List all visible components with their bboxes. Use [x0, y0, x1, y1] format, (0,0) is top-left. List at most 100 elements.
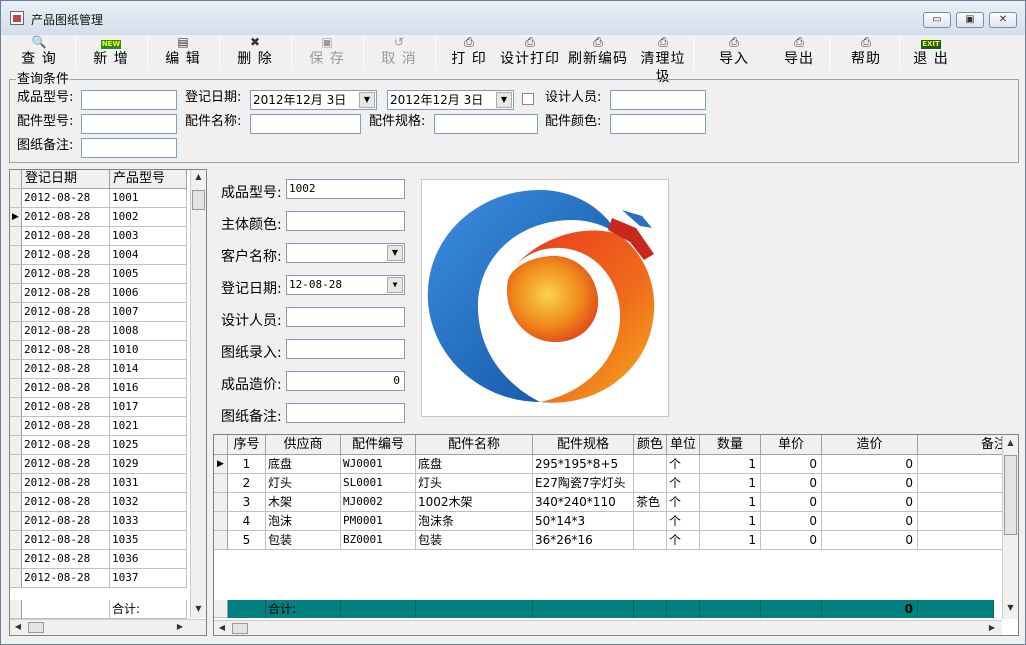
- table-row-product-model[interactable]: 1001: [110, 189, 187, 208]
- table-row-reg-date[interactable]: 2012-08-28: [22, 512, 110, 531]
- table-cell-color[interactable]: 茶色: [634, 493, 667, 512]
- scroll-up-icon[interactable]: ▲: [1003, 438, 1018, 447]
- scroll-right-icon[interactable]: ▶: [986, 623, 998, 632]
- column-header-product-model[interactable]: 产品型号: [110, 170, 187, 189]
- table-row-reg-date[interactable]: 2012-08-28: [22, 208, 110, 227]
- toolbar-button-help[interactable]: ⎙ 帮助: [838, 35, 894, 71]
- table-row-product-model[interactable]: 1003: [110, 227, 187, 246]
- row-indicator[interactable]: [214, 474, 228, 493]
- row-indicator[interactable]: ▶: [214, 455, 228, 474]
- row-indicator[interactable]: [10, 455, 22, 474]
- table-row-reg-date[interactable]: 2012-08-28: [22, 474, 110, 493]
- scroll-thumb[interactable]: [232, 623, 248, 634]
- left-grid-horizontal-scrollbar[interactable]: ◀ ▶: [10, 619, 206, 635]
- detail-reg-date-picker[interactable]: 12-08-28 ▼: [286, 275, 405, 295]
- table-row-reg-date[interactable]: 2012-08-28: [22, 379, 110, 398]
- query-part-name-input[interactable]: [250, 114, 361, 134]
- table-cell-cost[interactable]: 0: [822, 455, 918, 474]
- row-indicator[interactable]: [10, 398, 22, 417]
- scroll-thumb[interactable]: [1004, 455, 1017, 535]
- table-cell-qty[interactable]: 1: [700, 531, 761, 550]
- table-cell-unit[interactable]: 个: [667, 455, 700, 474]
- table-cell-seq[interactable]: 5: [228, 531, 266, 550]
- table-cell-unit[interactable]: 个: [667, 474, 700, 493]
- detail-note-input[interactable]: [286, 403, 405, 423]
- detail-customer-select[interactable]: ▼: [286, 243, 405, 263]
- detail-main-color-input[interactable]: [286, 211, 405, 231]
- detail-drawing-entry-input[interactable]: [286, 339, 405, 359]
- toolbar-button-printer[interactable]: ⎙ 打 印: [443, 35, 495, 71]
- table-cell-cost[interactable]: 0: [822, 512, 918, 531]
- toolbar-button-new[interactable]: NEW 新 增: [83, 35, 139, 71]
- row-indicator[interactable]: [10, 493, 22, 512]
- table-row-product-model[interactable]: 1010: [110, 341, 187, 360]
- scroll-thumb[interactable]: [192, 190, 205, 210]
- table-cell-part-name[interactable]: 泡沫条: [416, 512, 533, 531]
- chevron-down-icon[interactable]: ▼: [387, 277, 403, 293]
- query-part-spec-input[interactable]: [434, 114, 538, 134]
- table-cell-supplier[interactable]: 木架: [266, 493, 341, 512]
- table-cell-qty[interactable]: 1: [700, 493, 761, 512]
- table-row-product-model[interactable]: 1032: [110, 493, 187, 512]
- table-row-product-model[interactable]: 1014: [110, 360, 187, 379]
- column-header-remark[interactable]: 备注: [918, 435, 1008, 455]
- table-cell-part-name[interactable]: 底盘: [416, 455, 533, 474]
- row-indicator[interactable]: ▶: [10, 208, 22, 227]
- table-cell-part-name[interactable]: 包装: [416, 531, 533, 550]
- row-indicator[interactable]: [10, 341, 22, 360]
- table-row-product-model[interactable]: 1031: [110, 474, 187, 493]
- row-indicator[interactable]: [10, 550, 22, 569]
- table-cell-supplier[interactable]: 包装: [266, 531, 341, 550]
- table-cell-seq[interactable]: 4: [228, 512, 266, 531]
- table-cell-color[interactable]: [634, 512, 667, 531]
- table-cell-part-no[interactable]: WJ0001: [341, 455, 416, 474]
- toolbar-button-export[interactable]: ⎙ 导出: [774, 35, 824, 71]
- table-cell-part-spec[interactable]: E27陶瓷7字灯头: [533, 474, 634, 493]
- table-cell-unit-price[interactable]: 0: [761, 474, 822, 493]
- toolbar-button-delete[interactable]: ✖ 删 除: [227, 35, 283, 71]
- table-row-reg-date[interactable]: 2012-08-28: [22, 341, 110, 360]
- row-indicator[interactable]: [10, 474, 22, 493]
- toolbar-button-design-print[interactable]: ⎙ 设计打印: [499, 35, 561, 71]
- column-header-color[interactable]: 颜色: [634, 435, 667, 455]
- table-cell-qty[interactable]: 1: [700, 512, 761, 531]
- table-cell-part-name[interactable]: 1002木架: [416, 493, 533, 512]
- table-cell-part-spec[interactable]: 340*240*110: [533, 493, 634, 512]
- column-header-part-no[interactable]: 配件编号: [341, 435, 416, 455]
- table-row-reg-date[interactable]: 2012-08-28: [22, 417, 110, 436]
- table-cell-remark[interactable]: [918, 474, 1008, 493]
- chevron-down-icon[interactable]: ▼: [387, 245, 403, 261]
- row-indicator[interactable]: [10, 246, 22, 265]
- table-row-product-model[interactable]: 1021: [110, 417, 187, 436]
- table-cell-unit[interactable]: 个: [667, 493, 700, 512]
- toolbar-button-save[interactable]: ▣ 保 存: [299, 35, 355, 71]
- table-cell-part-no[interactable]: PM0001: [341, 512, 416, 531]
- row-indicator[interactable]: [10, 360, 22, 379]
- table-cell-seq[interactable]: 1: [228, 455, 266, 474]
- query-drawing-note-input[interactable]: [81, 138, 177, 158]
- column-header-part-name[interactable]: 配件名称: [416, 435, 533, 455]
- table-row-product-model[interactable]: 1016: [110, 379, 187, 398]
- table-cell-color[interactable]: [634, 474, 667, 493]
- close-button[interactable]: ✕: [989, 12, 1017, 28]
- column-header-unit-price[interactable]: 单价: [761, 435, 822, 455]
- maximize-button[interactable]: ▣: [956, 12, 984, 28]
- table-row-product-model[interactable]: 1002: [110, 208, 187, 227]
- table-row-reg-date[interactable]: 2012-08-28: [22, 550, 110, 569]
- table-cell-unit[interactable]: 个: [667, 531, 700, 550]
- date-from-picker[interactable]: 2012年12月 3日 ▼: [250, 90, 377, 110]
- parts-grid-vertical-scrollbar[interactable]: ▲ ▼: [1002, 435, 1018, 619]
- table-row-reg-date[interactable]: 2012-08-28: [22, 436, 110, 455]
- query-designer-input[interactable]: [610, 90, 706, 110]
- toolbar-button-edit[interactable]: ▤ 编 辑: [155, 35, 211, 71]
- row-indicator[interactable]: [10, 512, 22, 531]
- chevron-down-icon[interactable]: ▼: [496, 92, 512, 108]
- row-indicator[interactable]: [10, 569, 22, 588]
- table-row-product-model[interactable]: 1037: [110, 569, 187, 588]
- toolbar-button-clean[interactable]: ⎙ 清理垃圾: [634, 35, 692, 85]
- scroll-thumb[interactable]: [28, 622, 44, 633]
- row-indicator[interactable]: [10, 189, 22, 208]
- detail-cost-input[interactable]: 0: [286, 371, 405, 391]
- table-cell-part-spec[interactable]: 50*14*3: [533, 512, 634, 531]
- date-to-picker[interactable]: 2012年12月 3日 ▼: [387, 90, 514, 110]
